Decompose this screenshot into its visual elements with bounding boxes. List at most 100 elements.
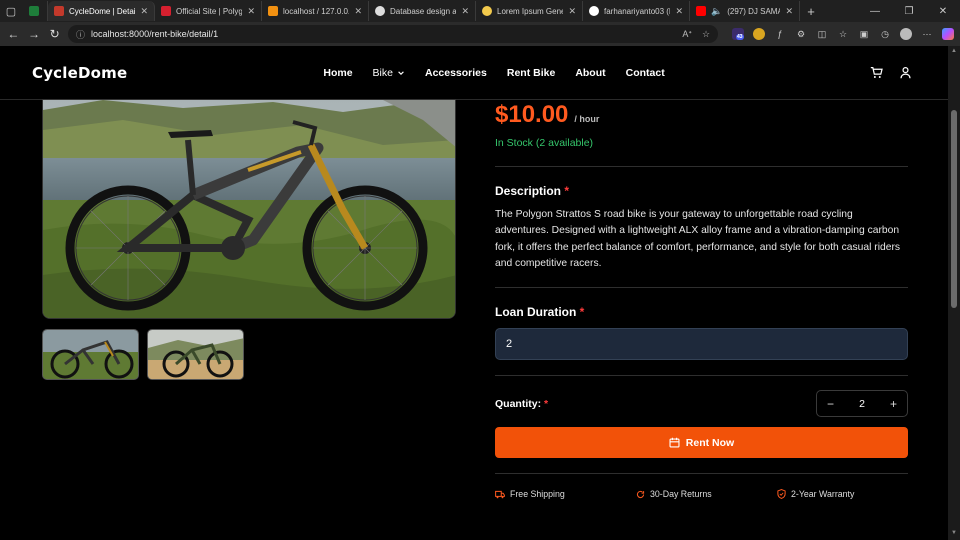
close-tab-icon[interactable]: ✕ <box>675 6 683 17</box>
tab-youtube[interactable]: 🔈 (297) DJ SAMA ✕ <box>690 1 800 21</box>
calendar-icon <box>669 437 680 448</box>
header-icons <box>870 66 912 79</box>
copilot-icon[interactable] <box>942 28 955 40</box>
tab-actions-icon[interactable]: ▢ <box>0 0 22 22</box>
nav-bike-label: Bike <box>372 66 393 79</box>
extension-icon[interactable]: 43 <box>732 28 745 40</box>
cycledome-favicon-icon <box>54 6 64 16</box>
tab-database[interactable]: Database design and ✕ <box>369 1 476 21</box>
close-tab-icon[interactable]: ✕ <box>247 6 255 17</box>
cart-icon[interactable] <box>870 66 883 79</box>
back-icon[interactable]: ← <box>6 25 21 43</box>
function-extension-icon[interactable]: ƒ <box>774 28 786 40</box>
decrement-button[interactable]: − <box>827 397 834 411</box>
close-tab-icon[interactable]: ✕ <box>461 6 469 17</box>
perks-row: Free Shipping 30-Day Returns 2-Year Warr… <box>495 489 908 499</box>
increment-button[interactable]: + <box>890 397 897 411</box>
perk-returns: 30-Day Returns <box>636 489 777 499</box>
quantity-label: Quantity: * <box>495 398 548 410</box>
close-tab-icon[interactable]: ✕ <box>354 6 362 17</box>
close-tab-icon[interactable]: ✕ <box>568 6 576 17</box>
more-icon[interactable]: ⋯ <box>921 28 933 40</box>
perk-label: 30-Day Returns <box>650 489 712 499</box>
collections-icon[interactable]: ▣ <box>858 28 870 40</box>
maximize-icon[interactable]: ❐ <box>892 6 926 17</box>
speaker-icon[interactable]: 🔈 <box>711 6 722 17</box>
user-icon[interactable] <box>899 66 912 79</box>
phpmyadmin-favicon-icon <box>268 6 278 16</box>
nav-contact[interactable]: Contact <box>626 67 665 79</box>
tab-cycledome[interactable]: CycleDome | Detail R ✕ <box>48 1 155 21</box>
rent-now-button[interactable]: Rent Now <box>495 427 908 458</box>
tab-lorem[interactable]: Lorem Ipsum Genera ✕ <box>476 1 583 21</box>
thumbnail-photo <box>43 330 138 379</box>
scrollbar-thumb[interactable] <box>951 110 957 308</box>
perk-label: 2-Year Warranty <box>791 489 855 499</box>
page-scrollbar[interactable]: ▲ ▼ <box>948 46 960 540</box>
loan-duration-title: Loan Duration * <box>495 305 584 319</box>
description-title-text: Description <box>495 184 562 198</box>
quantity-value[interactable]: 2 <box>859 398 865 410</box>
close-window-icon[interactable]: ✕ <box>926 6 960 17</box>
required-mark: * <box>544 398 549 410</box>
profile-avatar[interactable] <box>900 28 913 40</box>
price: $10.00 <box>495 101 569 128</box>
window-controls: — ❐ ✕ <box>858 6 960 17</box>
shield-icon <box>777 489 786 499</box>
url-text: localhost:8000/rent-bike/detail/1 <box>91 29 219 39</box>
forward-icon[interactable]: → <box>27 25 42 43</box>
read-aloud-icon[interactable]: Aᐩ <box>682 29 692 40</box>
extension-badge: 43 <box>736 34 744 40</box>
youtube-favicon-icon <box>696 6 706 16</box>
description-text: The Polygon Strattos S road bike is your… <box>495 209 901 270</box>
extensions-area: 43 ƒ ⚙ ◫ ☆ ▣ ◷ ⋯ <box>732 28 955 40</box>
tab-title: Official Site | Polygon <box>176 6 243 16</box>
quantity-stepper: − 2 + <box>816 390 908 417</box>
close-tab-icon[interactable]: ✕ <box>785 6 793 17</box>
polygon-favicon-icon <box>161 6 171 16</box>
tab-title: Lorem Ipsum Genera <box>497 6 563 16</box>
chatgpt-favicon-icon <box>375 6 385 16</box>
coin-extension-icon[interactable] <box>753 28 766 40</box>
nav-accessories[interactable]: Accessories <box>425 67 487 79</box>
nav-home[interactable]: Home <box>323 67 352 79</box>
sheets-favicon-icon <box>29 6 39 16</box>
github-favicon-icon <box>589 6 599 16</box>
close-tab-icon[interactable]: ✕ <box>140 6 148 17</box>
tab-phpmyadmin[interactable]: localhost / 127.0.0.1 / ✕ <box>262 1 369 21</box>
nav-rent-bike[interactable]: Rent Bike <box>507 67 555 79</box>
nav-about[interactable]: About <box>575 67 605 79</box>
reload-icon[interactable]: ↻ <box>47 25 62 43</box>
refresh-icon <box>636 490 645 498</box>
tab-polygon[interactable]: Official Site | Polygon ✕ <box>155 1 262 21</box>
favorite-star-icon[interactable]: ☆ <box>702 29 710 40</box>
extensions-puzzle-icon[interactable]: ⚙ <box>795 28 807 40</box>
chevron-down-icon <box>398 70 404 75</box>
thumbnail-1[interactable] <box>42 329 139 380</box>
divider <box>495 287 908 288</box>
scroll-up-icon[interactable]: ▲ <box>950 48 958 56</box>
split-screen-icon[interactable]: ◫ <box>816 28 828 40</box>
rent-now-label: Rent Now <box>685 436 735 449</box>
quantity-label-text: Quantity: <box>495 398 542 410</box>
perk-shipping: Free Shipping <box>495 489 636 499</box>
tab-github[interactable]: farhanariyanto03 (Fa ✕ <box>583 1 690 21</box>
tab-pinned[interactable] <box>22 1 48 21</box>
history-icon[interactable]: ◷ <box>879 28 891 40</box>
tab-title: Database design and <box>390 6 457 16</box>
description-title: Description * <box>495 184 569 198</box>
price-unit: / hour <box>574 114 600 124</box>
site-info-icon[interactable]: ⓘ <box>76 28 85 41</box>
thumbnail-2[interactable] <box>147 329 244 380</box>
tab-title: CycleDome | Detail R <box>69 6 136 16</box>
nav-bike[interactable]: Bike <box>373 67 405 79</box>
favorites-icon[interactable]: ☆ <box>837 28 849 40</box>
perk-warranty: 2-Year Warranty <box>777 489 854 499</box>
address-bar[interactable]: ⓘ localhost:8000/rent-bike/detail/1 Aᐩ ☆ <box>68 25 719 43</box>
scroll-down-icon[interactable]: ▼ <box>950 530 958 538</box>
site-logo[interactable]: CycleDome <box>32 64 127 82</box>
new-tab-button[interactable]: + <box>800 4 822 19</box>
stock-status: In Stock (2 available) <box>495 137 594 149</box>
minimize-icon[interactable]: — <box>858 6 892 17</box>
loan-duration-input[interactable]: 2 <box>495 328 908 360</box>
